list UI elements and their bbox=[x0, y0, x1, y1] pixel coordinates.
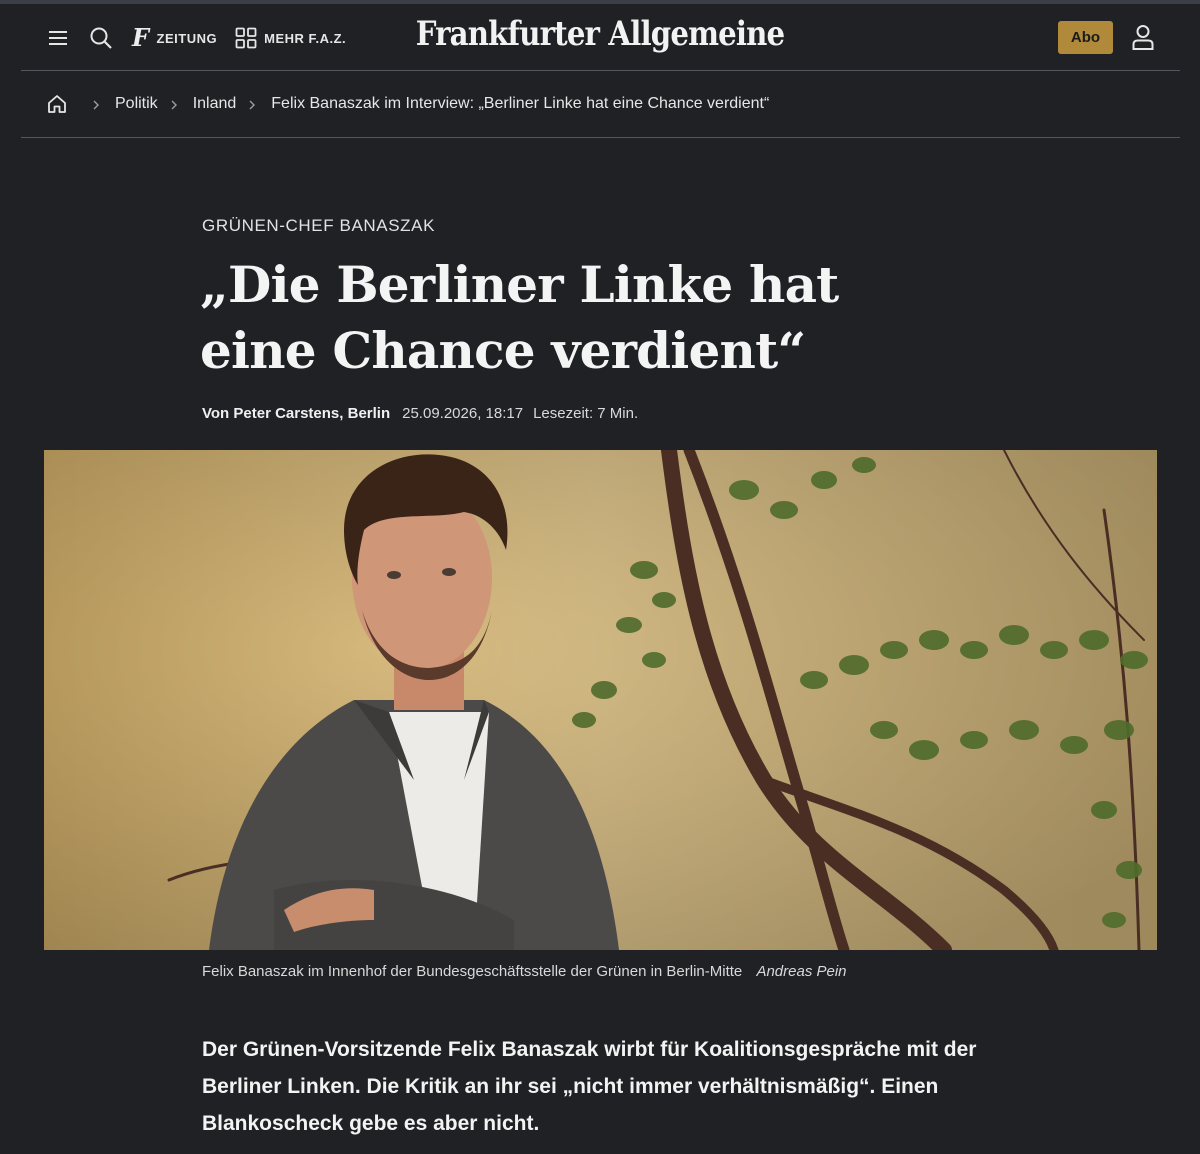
header-divider bbox=[21, 70, 1180, 71]
article-photo bbox=[44, 450, 1157, 950]
site-header: F ZEITUNG MEHR F.A.Z. Frankfurter Allgem… bbox=[0, 4, 1200, 70]
article-headline: „Die Berliner Linke hat eine Chance verd… bbox=[200, 255, 839, 380]
menu-icon[interactable] bbox=[46, 26, 70, 50]
breadcrumb-divider bbox=[21, 137, 1180, 138]
abo-button[interactable]: Abo bbox=[1058, 21, 1113, 54]
user-icon[interactable] bbox=[1130, 24, 1156, 50]
breadcrumb: Politik Inland Felix Banaszak im Intervi… bbox=[46, 92, 769, 116]
article-read-time: Lesezeit: 7 Min. bbox=[533, 405, 639, 422]
article-author[interactable]: Von Peter Carstens, Berlin bbox=[202, 405, 390, 422]
chevron-right-icon bbox=[246, 98, 258, 110]
breadcrumb-item-politik[interactable]: Politik bbox=[115, 95, 158, 113]
article-date: 25.09.2026, 18:17 bbox=[402, 405, 524, 422]
article-meta: Von Peter Carstens, Berlin 25.09.2026, 1… bbox=[202, 405, 638, 422]
home-icon[interactable] bbox=[46, 93, 68, 115]
photo-illustration bbox=[44, 450, 1157, 950]
article-kicker: GRÜNEN-CHEF BANASZAK bbox=[202, 216, 436, 235]
photo-credit: Andreas Pein bbox=[756, 963, 847, 980]
breadcrumb-item-current: Felix Banaszak im Interview: „Berliner L… bbox=[271, 95, 770, 112]
article-lead: Der Grünen-Vorsitzende Felix Banaszak wi… bbox=[202, 1038, 977, 1135]
photo-caption: Felix Banaszak im Innenhof der Bundesges… bbox=[202, 963, 847, 980]
chevron-right-icon bbox=[168, 98, 180, 110]
chevron-right-icon bbox=[90, 98, 102, 110]
breadcrumb-item-inland[interactable]: Inland bbox=[193, 95, 237, 113]
caption-text: Felix Banaszak im Innenhof der Bundesges… bbox=[202, 963, 743, 980]
site-logo[interactable]: Frankfurter Allgemeine bbox=[84, 14, 1116, 54]
